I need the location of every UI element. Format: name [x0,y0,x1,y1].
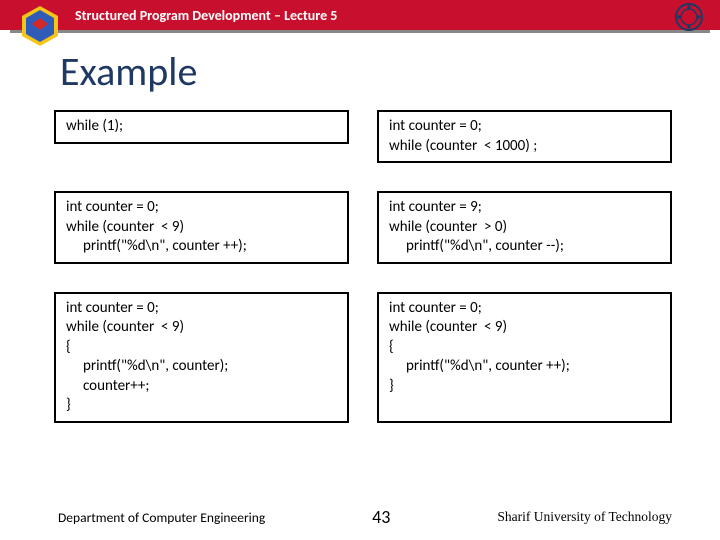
header-bar: Structured Program Development – Lecture… [0,0,720,30]
logo-left-icon [18,4,62,48]
code-box-6: int counter = 0; while (counter < 9) { p… [377,292,672,423]
code-box-3: int counter = 0; while (counter < 9) pri… [54,191,349,264]
code-box-2: int counter = 0; while (counter < 1000) … [377,110,672,163]
code-grid: while (1); int counter = 0; while (count… [0,110,720,423]
header-underline [10,30,710,33]
footer-left: Department of Computer Engineering [58,509,265,526]
footer: Department of Computer Engineering 43 Sh… [0,506,720,528]
code-box-4: int counter = 9; while (counter > 0) pri… [377,191,672,264]
footer-right: Sharif University of Technology [497,509,672,525]
code-box-1: while (1); [54,110,349,144]
slide-heading: Example [60,47,720,96]
logo-right-icon [674,2,704,32]
footer-page-number: 43 [372,506,390,528]
code-box-5: int counter = 0; while (counter < 9) { p… [54,292,349,423]
header-title: Structured Program Development – Lecture… [75,7,337,24]
